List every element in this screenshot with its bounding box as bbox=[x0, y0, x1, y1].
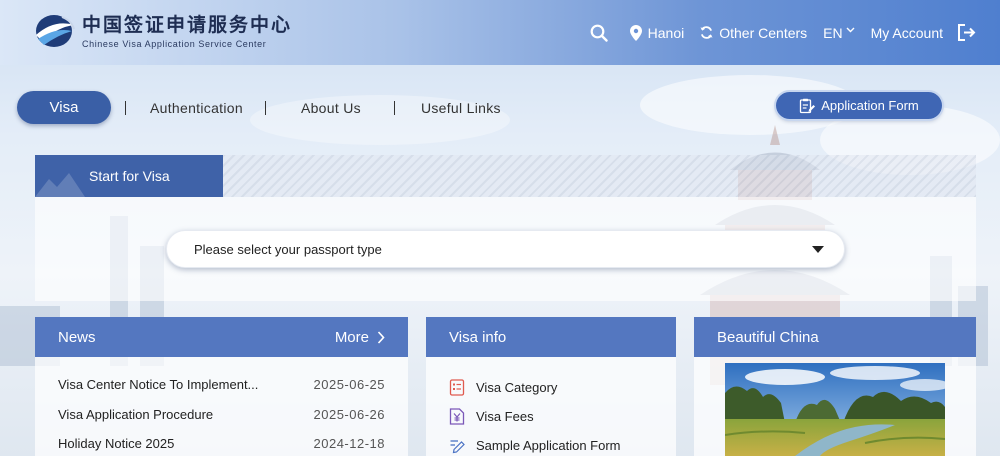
start-visa-panel: Start for Visa Please select your passpo… bbox=[35, 155, 976, 301]
nav-tab-visa[interactable]: Visa bbox=[17, 91, 111, 124]
location-label: Hanoi bbox=[647, 24, 685, 41]
other-centers-label: Other Centers bbox=[719, 24, 808, 41]
passport-type-placeholder: Please select your passport type bbox=[194, 241, 382, 257]
main-navigation: Visa Authentication About Us Useful Link… bbox=[17, 91, 501, 124]
form-edit-icon bbox=[800, 98, 816, 113]
logout-button[interactable] bbox=[957, 24, 976, 41]
search-icon bbox=[590, 24, 608, 42]
passport-type-select[interactable]: Please select your passport type bbox=[166, 230, 845, 268]
mountain-decoration-icon bbox=[35, 173, 85, 197]
brand-name-chinese: 中国签证申请服务中心 bbox=[82, 14, 293, 36]
news-item-date: 2025-06-25 bbox=[313, 377, 385, 393]
news-item-title[interactable]: Visa Center Notice To Implement... bbox=[58, 377, 278, 392]
news-item[interactable]: Visa Application Procedure 2025-06-26 bbox=[58, 400, 385, 430]
my-account-link[interactable]: My Account bbox=[871, 25, 943, 41]
visa-info-list: Visa Category Visa Fees Sample Applicati… bbox=[426, 357, 676, 456]
start-visa-body: Please select your passport type bbox=[35, 197, 976, 301]
beautiful-china-card: Beautiful China bbox=[694, 317, 976, 456]
nav-separator bbox=[125, 100, 126, 115]
news-item[interactable]: Holiday Notice 2025 2024-12-18 bbox=[58, 429, 385, 456]
visa-info-card: Visa info Visa Category Visa Fees Sample… bbox=[426, 317, 676, 456]
visa-fees-link[interactable]: Visa Fees bbox=[449, 402, 653, 431]
start-visa-tab[interactable]: Start for Visa bbox=[35, 155, 223, 197]
refresh-icon bbox=[700, 26, 713, 39]
visa-fees-label: Visa Fees bbox=[476, 409, 534, 424]
beautiful-china-header: Beautiful China bbox=[694, 317, 976, 357]
list-document-icon bbox=[449, 379, 465, 396]
other-centers-link[interactable]: Other Centers bbox=[700, 25, 807, 41]
news-list: Visa Center Notice To Implement... 2025-… bbox=[35, 357, 408, 456]
language-label: EN bbox=[823, 24, 843, 41]
site-logo[interactable]: 中国签证申请服务中心 Chinese Visa Application Serv… bbox=[32, 10, 292, 49]
news-more-label: More bbox=[334, 328, 369, 346]
visa-info-header: Visa info bbox=[426, 317, 676, 357]
nav-tab-useful-links[interactable]: Useful Links bbox=[421, 100, 501, 116]
sample-application-form-link[interactable]: Sample Application Form bbox=[449, 431, 653, 456]
visa-category-link[interactable]: Visa Category bbox=[449, 373, 653, 402]
application-form-label: Application Form bbox=[821, 98, 919, 113]
application-form-button[interactable]: Application Form bbox=[776, 92, 942, 119]
my-account-label: My Account bbox=[870, 24, 943, 41]
news-title: News bbox=[58, 328, 96, 346]
nav-separator bbox=[264, 100, 266, 115]
chevron-right-icon bbox=[377, 330, 385, 344]
language-selector[interactable]: EN bbox=[823, 24, 855, 41]
map-pin-icon bbox=[629, 24, 642, 41]
caret-down-icon bbox=[812, 246, 824, 253]
pencil-form-icon bbox=[450, 440, 465, 454]
news-item[interactable]: Visa Center Notice To Implement... 2025-… bbox=[58, 370, 385, 400]
start-visa-header: Start for Visa bbox=[35, 155, 976, 197]
chevron-down-icon bbox=[846, 27, 855, 32]
news-item-title[interactable]: Visa Application Procedure bbox=[58, 407, 278, 422]
nav-tab-about-us[interactable]: About Us bbox=[301, 100, 361, 116]
news-item-date: 2024-12-18 bbox=[313, 436, 385, 452]
beautiful-china-title: Beautiful China bbox=[717, 328, 819, 346]
visa-info-title: Visa info bbox=[449, 328, 507, 346]
news-card: News More Visa Center Notice To Implemen… bbox=[35, 317, 408, 456]
landscape-photo[interactable] bbox=[725, 363, 945, 456]
search-button[interactable] bbox=[590, 24, 608, 42]
news-header: News More bbox=[35, 317, 408, 357]
header-navigation: Hanoi Other Centers EN My Account bbox=[574, 0, 976, 65]
site-header: 中国签证申请服务中心 Chinese Visa Application Serv… bbox=[0, 0, 1000, 65]
news-more-link[interactable]: More bbox=[335, 317, 385, 357]
nav-tab-authentication[interactable]: Authentication bbox=[150, 100, 243, 116]
sample-application-form-label: Sample Application Form bbox=[476, 438, 621, 453]
nav-separator bbox=[393, 100, 395, 115]
yuan-document-icon bbox=[449, 408, 465, 425]
location-selector[interactable]: Hanoi bbox=[629, 24, 685, 41]
logout-icon bbox=[958, 24, 976, 41]
brand-name-english: Chinese Visa Application Service Center bbox=[82, 39, 267, 49]
logo-globe-icon bbox=[36, 14, 75, 47]
news-item-title[interactable]: Holiday Notice 2025 bbox=[58, 436, 278, 451]
news-item-date: 2025-06-26 bbox=[313, 406, 385, 422]
visa-category-label: Visa Category bbox=[476, 380, 558, 395]
start-visa-label: Start for Visa bbox=[89, 168, 170, 184]
